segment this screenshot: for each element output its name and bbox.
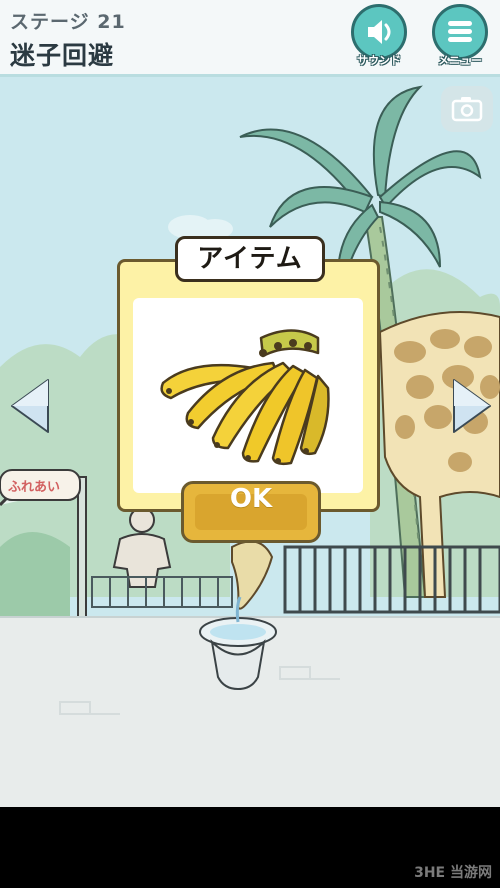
ok-button[interactable]: OK: [181, 481, 321, 543]
stage-number: ステージ 21: [10, 11, 126, 33]
bottom-black-bar: 3HE 当游网: [0, 807, 500, 888]
hamburger-icon: [448, 21, 472, 42]
watermark-logo: 3HE 当游网: [414, 865, 492, 881]
item-panel: [133, 298, 363, 493]
banana-icon: [160, 329, 330, 466]
ok-button-label: OK: [229, 484, 273, 514]
fureai-sign-text: ふれあい: [8, 480, 60, 495]
stage-title: 迷子回避: [10, 41, 115, 70]
sound-button-label: サウンド: [357, 54, 401, 67]
camera-button[interactable]: [441, 86, 493, 132]
menu-button[interactable]: メニュー: [428, 4, 492, 68]
menu-button-label: メニュー: [438, 54, 482, 67]
dialog-title-tab: アイテム: [175, 236, 325, 282]
game-screen: ふれあい ステージ 21 迷子回避 サウンド メニュー アイテム OK 3HE …: [0, 0, 500, 888]
sound-button[interactable]: サウンド: [347, 4, 411, 68]
next-arrow-button[interactable]: [450, 376, 494, 436]
camera-icon: [451, 97, 483, 122]
left-arrow-icon: [11, 379, 49, 433]
speaker-icon: [368, 20, 391, 44]
dialog-title: アイテム: [197, 244, 303, 274]
right-arrow-icon: [453, 379, 491, 433]
top-bar: ステージ 21 迷子回避 サウンド メニュー: [0, 0, 500, 77]
previous-arrow-button[interactable]: [8, 376, 52, 436]
